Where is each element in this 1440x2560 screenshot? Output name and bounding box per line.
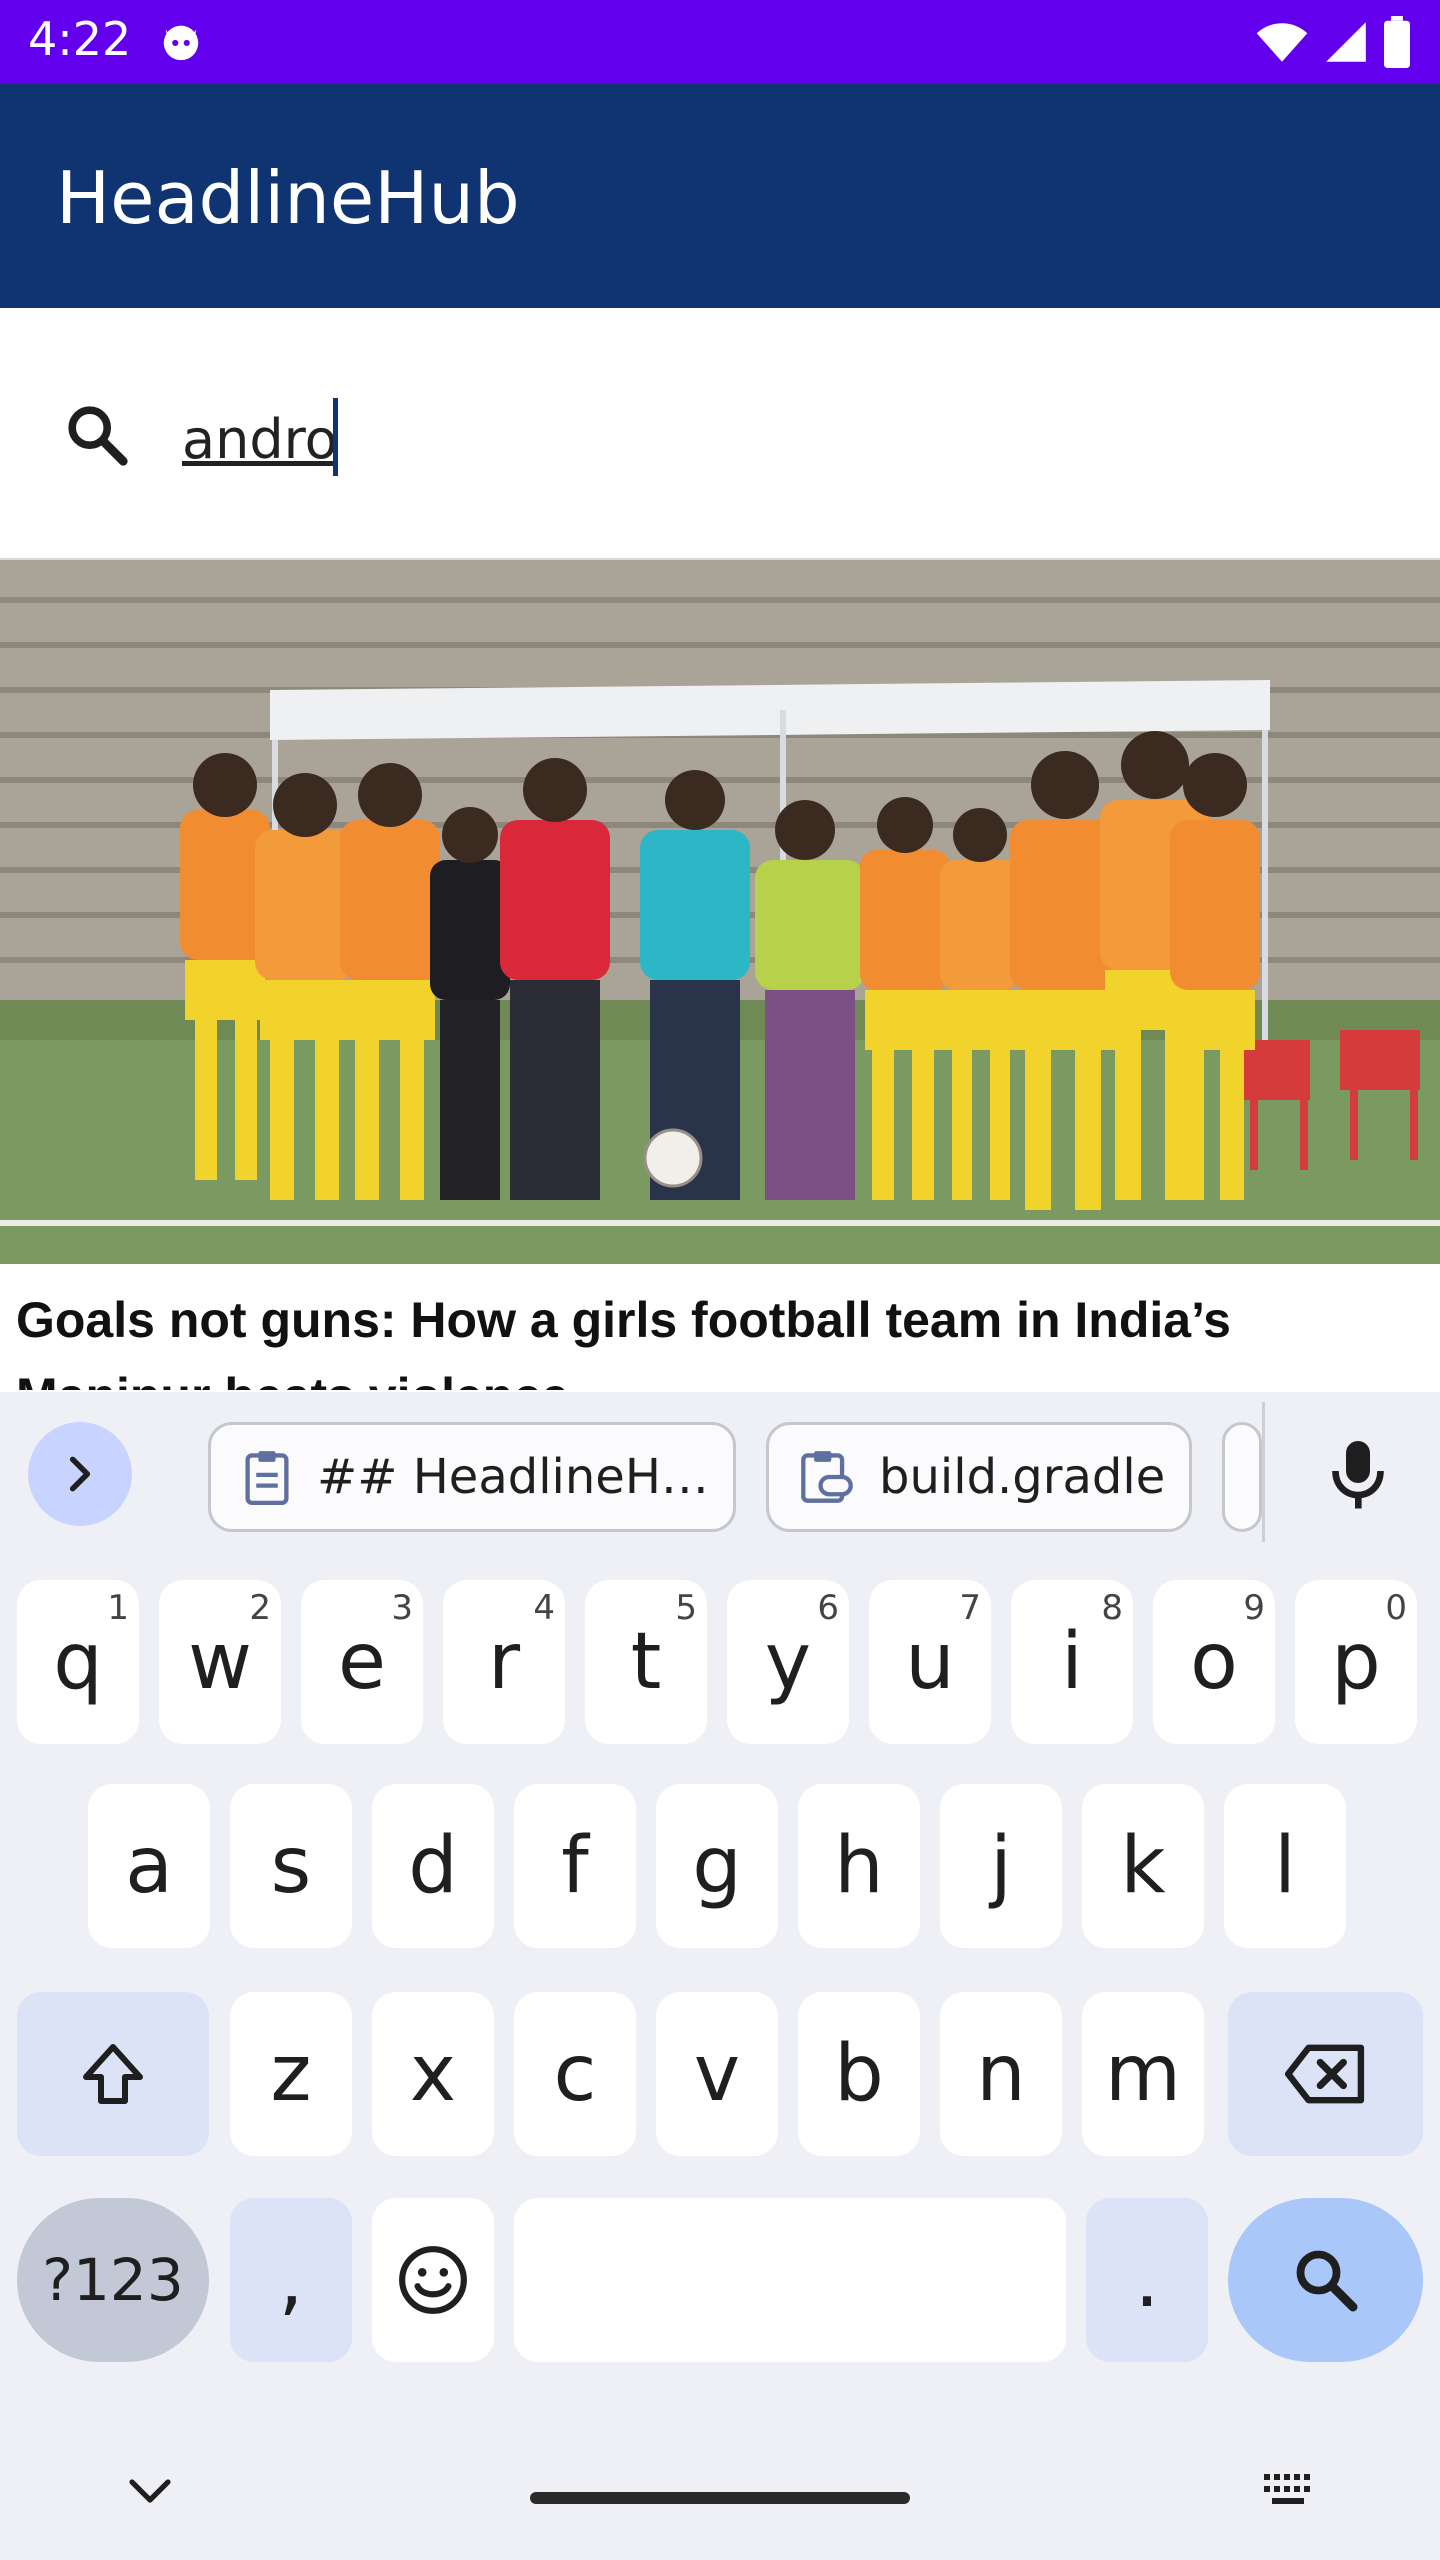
text-cursor [333, 398, 338, 476]
clipboard-link-icon [801, 1451, 853, 1503]
key-hint: 8 [1101, 1588, 1123, 1628]
key-j[interactable]: j [940, 1784, 1062, 1948]
keyboard-switch-icon[interactable] [1262, 2470, 1318, 2510]
key-t[interactable]: t5 [585, 1580, 707, 1744]
key-label: e [338, 1617, 386, 1707]
cat-notification-icon [163, 25, 199, 61]
status-bar: 4:22 [0, 0, 1440, 84]
key-label: o [1190, 1617, 1238, 1707]
status-icons [1254, 14, 1412, 70]
key-c[interactable]: c [514, 1992, 636, 2156]
key-b[interactable]: b [798, 1992, 920, 2156]
key-u[interactable]: u7 [869, 1580, 991, 1744]
suggestion-strip: ## HeadlineH… build.gradle [0, 1392, 1440, 1552]
symbols-key[interactable]: ?123 [17, 2198, 209, 2362]
key-hint: 9 [1243, 1588, 1265, 1628]
article-headline[interactable]: Goals not guns: How a girls football tea… [16, 1282, 1426, 1390]
space-key[interactable] [514, 2198, 1066, 2362]
clipboard-suggestion-label: ## HeadlineH… [317, 1449, 709, 1505]
key-label: q [53, 1617, 103, 1707]
key-v[interactable]: v [656, 1992, 778, 2156]
key-g[interactable]: g [656, 1784, 778, 1948]
comma-key[interactable]: , [230, 2198, 352, 2362]
backspace-key[interactable] [1228, 1992, 1423, 2156]
battery-icon [1384, 16, 1410, 68]
search-input[interactable] [182, 394, 1362, 484]
app-bar: HeadlineHub [0, 84, 1440, 308]
search-icon [68, 406, 128, 466]
article-card[interactable]: Goals not guns: How a girls football tea… [0, 560, 1440, 1390]
key-hint: 3 [391, 1588, 413, 1628]
key-f[interactable]: f [514, 1784, 636, 1948]
key-hint: 7 [959, 1588, 981, 1628]
key-label: t [630, 1617, 662, 1707]
key-h[interactable]: h [798, 1784, 920, 1948]
shift-icon [83, 2044, 143, 2104]
chevron-right-icon [69, 1456, 91, 1492]
search-bar [0, 308, 1440, 560]
wifi-icon [1256, 23, 1308, 62]
clipboard-icon [245, 1451, 289, 1505]
key-y[interactable]: y6 [727, 1580, 849, 1744]
key-d[interactable]: d [372, 1784, 494, 1948]
microphone-icon [1332, 1441, 1384, 1509]
key-hint: 4 [533, 1588, 555, 1628]
key-n[interactable]: n [940, 1992, 1062, 2156]
shift-key[interactable] [17, 1992, 209, 2156]
article-image[interactable] [0, 560, 1440, 1264]
expand-toolbar-button[interactable] [28, 1422, 132, 1526]
clipboard-suggestion-chip[interactable]: ## HeadlineH… [208, 1422, 736, 1532]
key-hint: 6 [817, 1588, 839, 1628]
emoji-key[interactable] [372, 2198, 494, 2362]
key-e[interactable]: e3 [301, 1580, 423, 1744]
search-icon [1296, 2250, 1357, 2312]
emoji-icon [399, 2246, 467, 2314]
key-label: w [188, 1617, 252, 1707]
key-l[interactable]: l [1224, 1784, 1346, 1948]
key-label: u [905, 1617, 955, 1707]
key-q[interactable]: q1 [17, 1580, 139, 1744]
search-action-key[interactable] [1228, 2198, 1423, 2362]
voice-input-button[interactable] [1310, 1426, 1406, 1522]
period-key[interactable]: . [1086, 2198, 1208, 2362]
key-a[interactable]: a [88, 1784, 210, 1948]
key-m[interactable]: m [1082, 1992, 1204, 2156]
home-indicator[interactable] [530, 2492, 910, 2504]
key-label: p [1331, 1617, 1381, 1707]
clipboard-link-suggestion-chip[interactable]: build.gradle [766, 1422, 1192, 1532]
backspace-icon [1284, 2044, 1364, 2104]
key-hint: 1 [107, 1588, 129, 1628]
status-time: 4:22 [28, 12, 132, 66]
key-o[interactable]: o9 [1153, 1580, 1275, 1744]
key-label: y [764, 1617, 812, 1707]
key-s[interactable]: s [230, 1784, 352, 1948]
divider [1262, 1402, 1265, 1542]
app-title: HeadlineHub [56, 156, 520, 240]
key-label: i [1061, 1617, 1083, 1707]
key-x[interactable]: x [372, 1992, 494, 2156]
key-hint: 0 [1385, 1588, 1407, 1628]
clipboard-link-suggestion-label: build.gradle [879, 1449, 1166, 1505]
screen: 4:22 HeadlineHub andro Goals not guns: H… [0, 0, 1440, 2560]
key-hint: 5 [675, 1588, 697, 1628]
hide-keyboard-icon[interactable] [126, 2472, 174, 2512]
signal-icon [1326, 22, 1366, 62]
key-i[interactable]: i8 [1011, 1580, 1133, 1744]
clipboard-more-chip[interactable] [1222, 1422, 1262, 1532]
key-r[interactable]: r4 [443, 1580, 565, 1744]
key-k[interactable]: k [1082, 1784, 1204, 1948]
key-hint: 2 [249, 1588, 271, 1628]
key-label: r [487, 1617, 521, 1707]
soft-keyboard: ## HeadlineH… build.gradle q 1 w 2 e 3 r… [0, 1392, 1440, 2560]
key-w[interactable]: w2 [159, 1580, 281, 1744]
key-p[interactable]: p0 [1295, 1580, 1417, 1744]
key-z[interactable]: z [230, 1992, 352, 2156]
